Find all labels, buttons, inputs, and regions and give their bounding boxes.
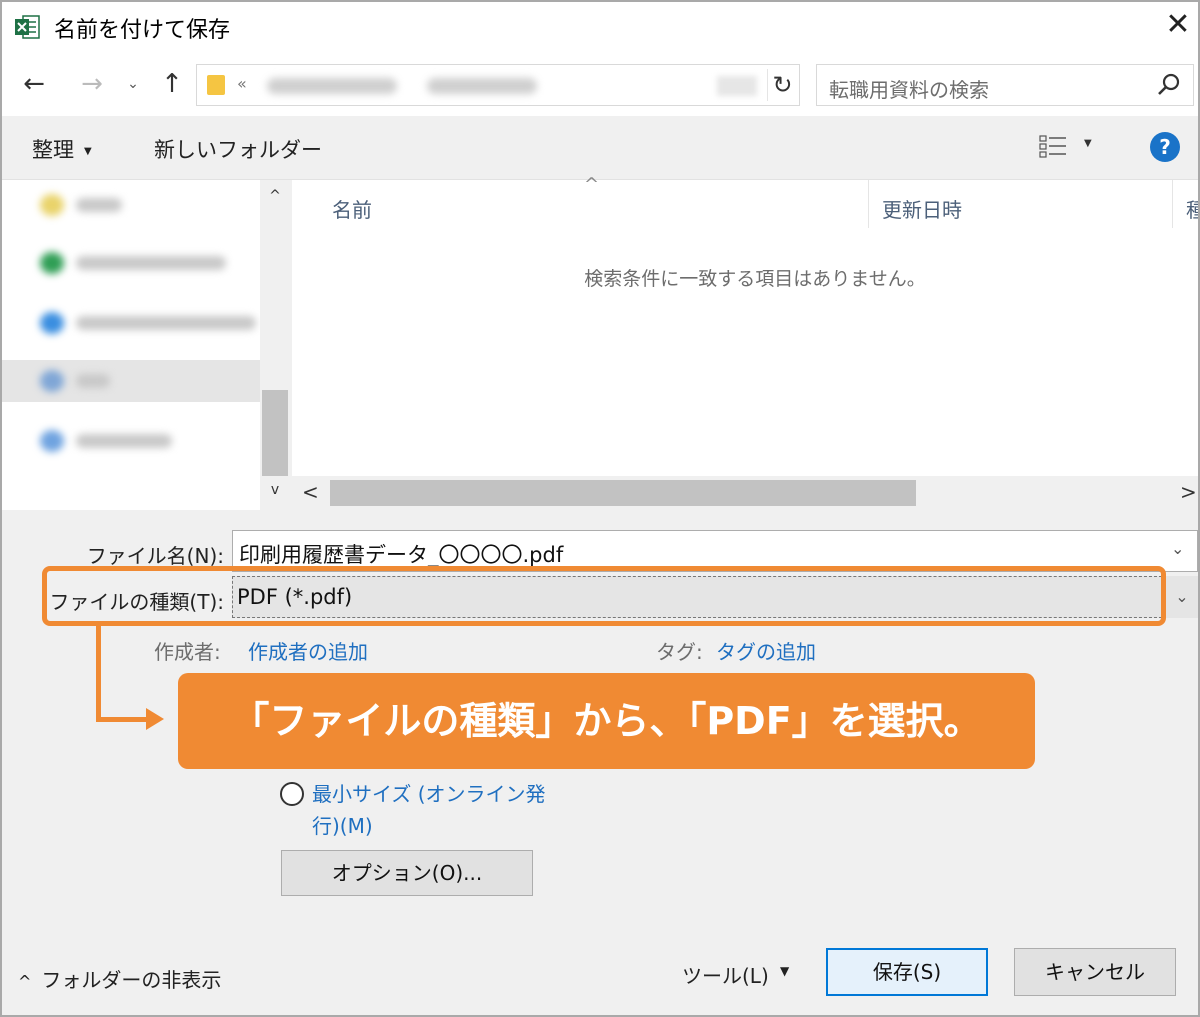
scroll-down-icon[interactable]: v — [260, 482, 290, 498]
callout-connector-line — [96, 717, 148, 722]
column-header-name[interactable]: 名前 — [332, 194, 372, 223]
nav-item-label-blurred — [76, 198, 122, 212]
chevron-up-icon: ^ — [18, 972, 32, 991]
chevron-down-icon[interactable]: ⌄ — [1171, 539, 1184, 558]
scroll-thumb[interactable] — [262, 390, 288, 476]
view-options-caret-icon[interactable]: ▼ — [1084, 138, 1092, 149]
close-icon[interactable]: ✕ — [1162, 8, 1194, 42]
help-icon[interactable]: ? — [1150, 132, 1180, 162]
nav-item-icon — [40, 370, 64, 392]
hide-folders-toggle[interactable]: ^ フォルダーの非表示 — [18, 964, 221, 993]
file-list-horizontal-scrollbar[interactable]: < > — [292, 476, 1198, 510]
file-list-pane: ^ 名前 更新日時 種 検索条件に一致する項目はありません。 — [292, 174, 1198, 476]
filetype-highlight-annotation — [42, 566, 1166, 626]
scroll-right-icon[interactable]: > — [1180, 480, 1197, 504]
filename-label: ファイル名(N): — [86, 544, 224, 568]
new-folder-button[interactable]: 新しいフォルダー — [154, 134, 322, 164]
save-button[interactable]: 保存(S) — [826, 948, 988, 996]
add-author-link[interactable]: 作成者の追加 — [248, 636, 368, 665]
nav-item-icon — [40, 194, 64, 216]
history-dropdown-icon[interactable]: ⌄ — [122, 66, 144, 102]
callout-connector-line — [96, 626, 101, 722]
address-overflow-icon[interactable]: « — [237, 74, 247, 93]
view-details-icon[interactable] — [1038, 134, 1068, 160]
add-tags-link[interactable]: タグの追加 — [716, 636, 816, 665]
save-as-dialog: 名前を付けて保存 ✕ ← → ⌄ ↑ « ↻ 転職用資料の検索 整理 ▼ 新しいフ… — [0, 0, 1200, 1017]
column-header-type[interactable]: 種 — [1186, 194, 1198, 223]
nav-item-label-blurred — [76, 434, 172, 448]
tags-label: タグ: — [656, 640, 703, 664]
up-arrow-icon[interactable]: ↑ — [154, 66, 190, 102]
tools-menu-button[interactable]: ツール(L) — [682, 960, 769, 989]
chevron-down-icon[interactable]: ⌄ — [1166, 576, 1198, 618]
nav-item-icon — [40, 430, 64, 452]
minimum-size-label-line2[interactable]: 行)(M) — [312, 810, 373, 839]
title-bar: 名前を付けて保存 ✕ — [2, 2, 1198, 54]
column-divider[interactable] — [1172, 180, 1173, 228]
author-label: 作成者: — [154, 640, 221, 664]
minimum-size-label[interactable]: 最小サイズ (オンライン発 — [312, 778, 546, 807]
column-header-modified[interactable]: 更新日時 — [882, 194, 962, 223]
window-title: 名前を付けて保存 — [54, 18, 231, 43]
organize-menu-button[interactable]: 整理 ▼ — [32, 134, 92, 164]
organize-label: 整理 — [32, 138, 74, 162]
callout-arrow-icon — [146, 708, 164, 730]
nav-item-icon — [40, 312, 64, 334]
options-button[interactable]: オプション(O)... — [281, 850, 533, 896]
callout-text: 「ファイルの種類」から、「PDF」を選択。 — [231, 699, 982, 743]
scroll-thumb[interactable] — [330, 480, 916, 506]
column-divider[interactable] — [868, 180, 869, 228]
hide-folders-label: フォルダーの非表示 — [41, 968, 222, 992]
scroll-up-icon[interactable]: ^ — [260, 188, 290, 204]
nav-item-label-blurred — [76, 316, 256, 330]
nav-item-icon — [40, 252, 64, 274]
folder-icon — [207, 75, 225, 95]
scroll-left-icon[interactable]: < — [302, 480, 319, 504]
breadcrumb-segment-blurred[interactable] — [427, 78, 537, 94]
refresh-icon[interactable]: ↻ — [767, 69, 797, 101]
nav-item-label-blurred — [76, 374, 110, 388]
search-input[interactable]: 転職用資料の検索 — [816, 64, 1194, 106]
forward-arrow-icon[interactable]: → — [74, 66, 110, 102]
empty-results-message: 検索条件に一致する項目はありません。 — [584, 268, 926, 290]
caret-down-icon[interactable]: ▼ — [780, 964, 789, 978]
cancel-button[interactable]: キャンセル — [1014, 948, 1176, 996]
sort-indicator-icon: ^ — [584, 174, 600, 195]
excel-icon — [15, 15, 40, 39]
breadcrumb-segment-blurred[interactable] — [267, 78, 397, 94]
search-placeholder: 転職用資料の検索 — [829, 78, 989, 102]
address-bar[interactable]: « ↻ — [196, 64, 800, 106]
back-arrow-icon[interactable]: ← — [16, 66, 52, 102]
search-icon[interactable] — [1155, 71, 1183, 99]
nav-vertical-scrollbar[interactable]: ^ v — [260, 180, 290, 510]
navigation-bar: ← → ⌄ ↑ « ↻ 転職用資料の検索 — [2, 54, 1198, 116]
address-dropdown-blurred[interactable] — [717, 76, 757, 96]
nav-item-label-blurred — [76, 256, 226, 270]
navigation-pane — [2, 180, 260, 510]
command-toolbar: 整理 ▼ 新しいフォルダー ▼ ? — [2, 116, 1198, 180]
caret-down-icon: ▼ — [84, 145, 92, 157]
minimum-size-radio[interactable] — [280, 782, 304, 806]
filename-value: 印刷用履歴書データ_〇〇〇〇.pdf — [239, 543, 564, 567]
instruction-callout: 「ファイルの種類」から、「PDF」を選択。 — [178, 673, 1035, 769]
